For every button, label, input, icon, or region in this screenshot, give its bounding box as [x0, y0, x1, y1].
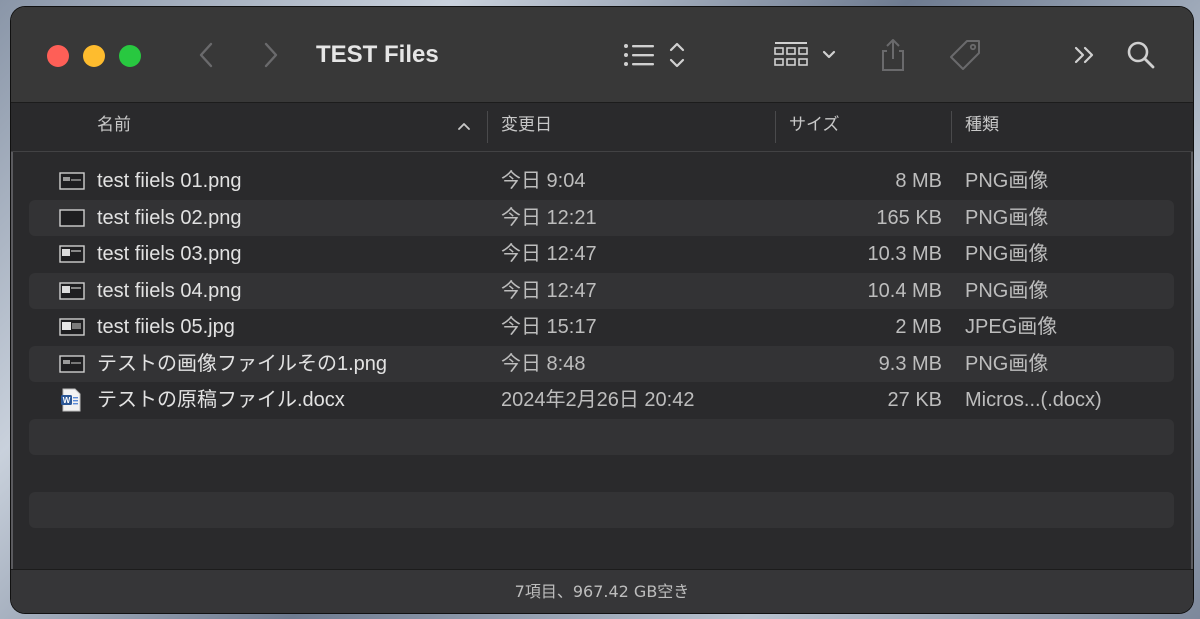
file-date: 今日 12:47: [501, 243, 597, 265]
svg-text:W: W: [63, 396, 71, 405]
word-document-icon: W: [61, 388, 81, 412]
file-row[interactable]: W テストの原稿ファイル.docx 2024年2月26日 20:42 27 KB…: [29, 382, 1174, 419]
zoom-button[interactable]: [119, 45, 141, 67]
jpg-thumbnail-icon: [59, 318, 85, 336]
file-kind: JPEG画像: [965, 316, 1058, 338]
file-row[interactable]: test fiiels 04.png 今日 12:47 10.4 MB PNG画…: [29, 272, 1174, 309]
file-name: test fiiels 02.png: [97, 206, 242, 229]
file-kind: PNG画像: [965, 170, 1049, 192]
file-list: test fiiels 01.png 今日 9:04 8 MB PNG画像 te…: [29, 163, 1174, 528]
status-bar: 7項目、967.42 GB空き: [11, 569, 1193, 613]
file-date: 今日 8:48: [501, 352, 586, 375]
view-options-button[interactable]: [621, 35, 691, 75]
search-button[interactable]: [1123, 35, 1159, 75]
forward-button[interactable]: [253, 37, 289, 73]
group-button[interactable]: [773, 35, 843, 75]
tag-button[interactable]: [945, 35, 985, 75]
file-size: 2 MB: [895, 316, 942, 338]
search-icon: [1127, 41, 1155, 69]
png-thumbnail-icon: [59, 172, 85, 190]
chevron-right-icon: [264, 42, 278, 68]
file-row[interactable]: test fiiels 01.png 今日 9:04 8 MB PNG画像: [29, 163, 1174, 200]
column-header: 名前 変更日 サイズ 種類: [11, 103, 1193, 152]
file-row[interactable]: test fiiels 03.png 今日 12:47 10.3 MB PNG画…: [29, 236, 1174, 273]
window-title: TEST Files: [316, 41, 439, 68]
column-divider[interactable]: [487, 111, 488, 143]
column-kind-header[interactable]: 種類: [965, 103, 999, 151]
file-size: 10.3 MB: [867, 243, 942, 265]
file-date: 今日 12:47: [501, 279, 597, 302]
file-size: 9.3 MB: [878, 352, 942, 375]
file-row[interactable]: test fiiels 05.jpg 今日 15:17 2 MB JPEG画像: [29, 309, 1174, 346]
minimize-button[interactable]: [83, 45, 105, 67]
file-name: テストの原稿ファイル.docx: [97, 389, 345, 411]
file-row[interactable]: test fiiels 02.png 今日 12:21 165 KB PNG画像: [29, 199, 1174, 236]
chevron-left-icon: [199, 42, 213, 68]
finder-window: TEST Files 名前 変更日 サイズ 種類 test fiiels 01.…: [11, 7, 1193, 613]
column-size-header[interactable]: サイズ: [789, 103, 840, 151]
back-button[interactable]: [188, 37, 224, 73]
toolbar: TEST Files: [11, 7, 1193, 103]
file-row[interactable]: テストの画像ファイルその1.png 今日 8:48 9.3 MB PNG画像: [29, 345, 1174, 382]
share-icon: [882, 39, 904, 71]
file-kind: PNG画像: [965, 243, 1049, 265]
empty-row: [29, 418, 1174, 455]
double-chevron-right-icon: [1074, 46, 1094, 64]
png-thumbnail-icon: [59, 245, 85, 263]
close-button[interactable]: [47, 45, 69, 67]
file-name: test fiiels 01.png: [97, 170, 242, 192]
png-thumbnail-icon: [59, 354, 85, 373]
file-kind: PNG画像: [965, 352, 1049, 375]
more-toolbar-button[interactable]: [1069, 35, 1101, 75]
file-kind: PNG画像: [965, 206, 1049, 229]
column-divider[interactable]: [775, 111, 776, 143]
file-name: テストの画像ファイルその1.png: [97, 352, 388, 375]
file-size: 165 KB: [876, 206, 942, 229]
list-view-icon: [624, 42, 685, 68]
file-date: 今日 12:21: [501, 206, 597, 229]
png-thumbnail-icon: [59, 281, 85, 300]
file-date: 2024年2月26日 20:42: [501, 389, 695, 411]
png-thumbnail-icon: [59, 208, 85, 227]
tag-icon: [950, 40, 980, 70]
empty-row: [29, 491, 1174, 528]
column-date-header[interactable]: 変更日: [501, 103, 552, 151]
file-size: 27 KB: [887, 389, 942, 411]
file-kind: PNG画像: [965, 279, 1049, 302]
file-size: 8 MB: [895, 170, 942, 192]
file-name: test fiiels 04.png: [97, 279, 242, 302]
file-date: 今日 15:17: [501, 316, 597, 338]
file-name: test fiiels 03.png: [97, 243, 242, 265]
column-name-header[interactable]: 名前: [97, 103, 131, 151]
column-divider[interactable]: [951, 111, 952, 143]
file-date: 今日 9:04: [501, 170, 586, 192]
file-size: 10.4 MB: [867, 279, 942, 302]
grid-group-icon: [774, 42, 836, 66]
file-name: test fiiels 05.jpg: [97, 316, 235, 338]
sort-ascending-icon[interactable]: [457, 121, 471, 131]
empty-row: [29, 455, 1174, 492]
share-button[interactable]: [875, 35, 911, 75]
file-kind: Micros...(.docx): [965, 389, 1102, 411]
